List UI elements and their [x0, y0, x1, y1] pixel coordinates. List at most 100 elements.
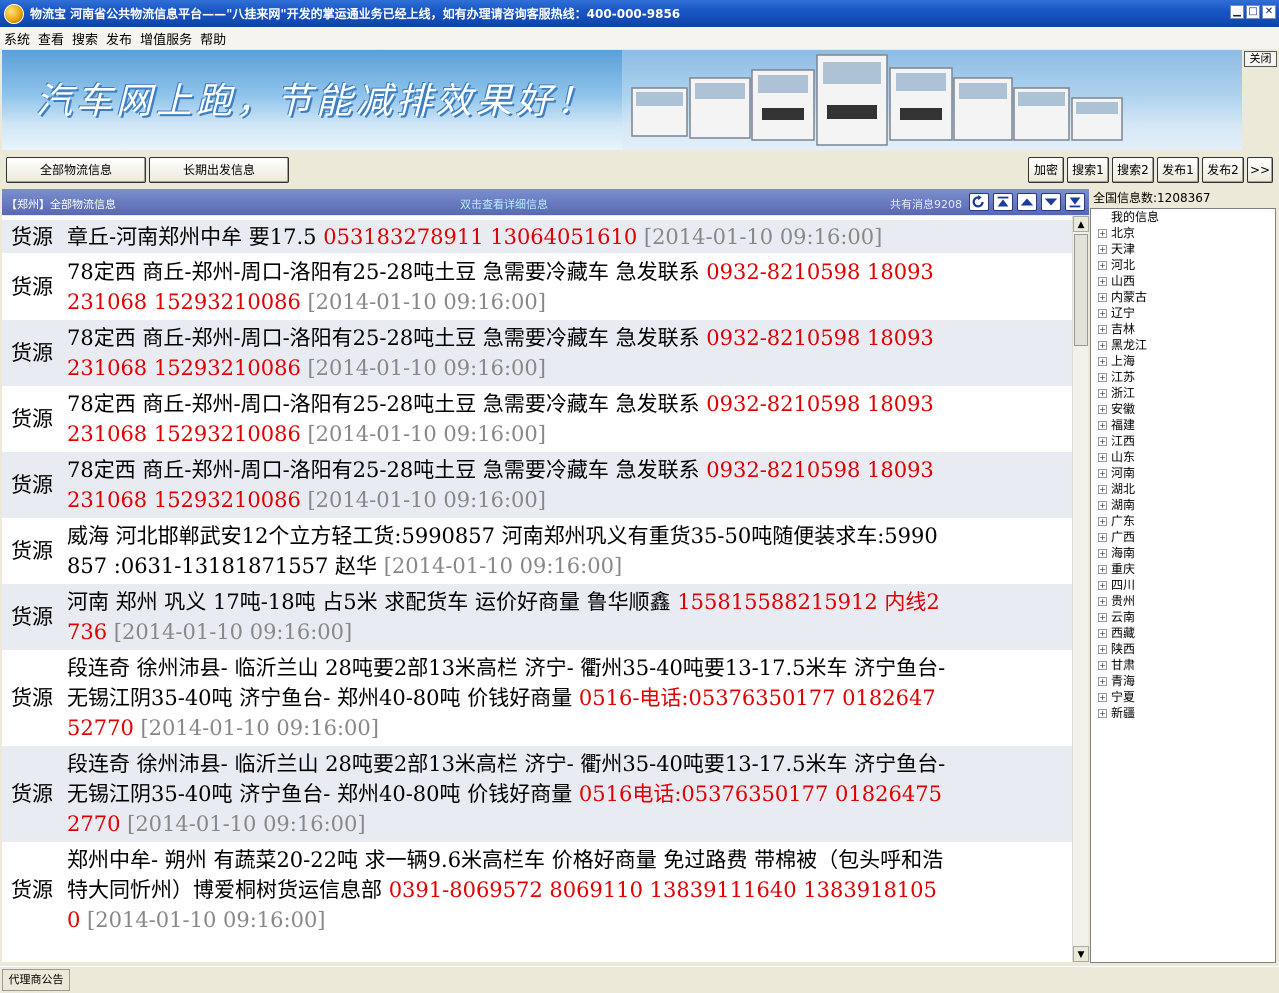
- menu-system[interactable]: 系统: [4, 29, 30, 48]
- expand-icon[interactable]: +: [1098, 533, 1107, 542]
- tree-item-province[interactable]: + 黑龙江: [1098, 337, 1147, 353]
- first-page-icon[interactable]: [993, 193, 1013, 211]
- expand-icon[interactable]: +: [1098, 645, 1107, 654]
- encrypt-button[interactable]: 加密: [1028, 157, 1064, 183]
- agent-notice-tab[interactable]: 代理商公告: [2, 969, 70, 991]
- tree-item-province[interactable]: + 贵州: [1098, 593, 1135, 609]
- tree-item-province[interactable]: + 西藏: [1098, 625, 1135, 641]
- tree-item-province[interactable]: + 湖北: [1098, 481, 1135, 497]
- tree-item-province[interactable]: + 浙江: [1098, 385, 1135, 401]
- tree-item-province[interactable]: + 福建: [1098, 417, 1135, 433]
- menu-value-added[interactable]: 增值服务: [140, 29, 192, 48]
- tree-item-province[interactable]: + 重庆: [1098, 561, 1135, 577]
- expand-icon[interactable]: +: [1098, 565, 1107, 574]
- tree-item-province[interactable]: + 安徽: [1098, 401, 1135, 417]
- tree-item-province[interactable]: + 北京: [1098, 225, 1135, 241]
- tree-item-province[interactable]: + 辽宁: [1098, 305, 1135, 321]
- list-item[interactable]: 货源 78定西 商丘-郑州-周口-洛阳有25-28吨土豆 急需要冷藏车 急发联系…: [2, 386, 1072, 452]
- tree-item-province[interactable]: + 新疆: [1098, 705, 1135, 721]
- expand-icon[interactable]: +: [1098, 469, 1107, 478]
- tree-item-province[interactable]: + 山西: [1098, 273, 1135, 289]
- ad-banner[interactable]: 汽车网上跑，节能减排效果好！: [2, 50, 1242, 150]
- expand-icon[interactable]: +: [1098, 661, 1107, 670]
- expand-icon[interactable]: +: [1098, 437, 1107, 446]
- list-item[interactable]: 货源 章丘-河南郑州中牟 要17.5 053183278911 13064051…: [2, 220, 1072, 253]
- scroll-down-icon[interactable]: ▼: [1073, 946, 1089, 962]
- expand-icon[interactable]: +: [1098, 389, 1107, 398]
- tree-item-province[interactable]: + 宁夏: [1098, 689, 1135, 705]
- menu-help[interactable]: 帮助: [200, 29, 226, 48]
- menu-view[interactable]: 查看: [38, 29, 64, 48]
- expand-icon[interactable]: +: [1098, 709, 1107, 718]
- tree-item-province[interactable]: + 四川: [1098, 577, 1135, 593]
- last-page-icon[interactable]: [1065, 193, 1085, 211]
- scroll-thumb[interactable]: [1074, 234, 1088, 346]
- location-label[interactable]: 【郑州】全部物流信息: [6, 196, 116, 212]
- publish1-button[interactable]: 发布1: [1157, 157, 1199, 183]
- tree-item-province[interactable]: + 青海: [1098, 673, 1135, 689]
- tree-item-province[interactable]: + 吉林: [1098, 321, 1135, 337]
- tree-item-province[interactable]: + 天津: [1098, 241, 1135, 257]
- tree-item-province[interactable]: + 广西: [1098, 529, 1135, 545]
- expand-icon[interactable]: +: [1098, 309, 1107, 318]
- expand-icon[interactable]: +: [1098, 341, 1107, 350]
- prev-page-icon[interactable]: [1017, 193, 1037, 211]
- expand-icon[interactable]: +: [1098, 613, 1107, 622]
- close-button[interactable]: ✕: [1262, 5, 1276, 19]
- expand-icon[interactable]: +: [1098, 693, 1107, 702]
- expand-icon[interactable]: +: [1098, 229, 1107, 238]
- message-list[interactable]: 货源 章丘-河南郑州中牟 要17.5 053183278911 13064051…: [2, 216, 1072, 962]
- tree-root[interactable]: 我的信息: [1111, 209, 1159, 225]
- tree-item-province[interactable]: + 江西: [1098, 433, 1135, 449]
- tree-item-province[interactable]: + 海南: [1098, 545, 1135, 561]
- expand-icon[interactable]: +: [1098, 677, 1107, 686]
- expand-icon[interactable]: +: [1098, 517, 1107, 526]
- tree-item-province[interactable]: + 广东: [1098, 513, 1135, 529]
- expand-icon[interactable]: +: [1098, 277, 1107, 286]
- close-ad-button[interactable]: 关闭: [1244, 51, 1277, 67]
- tree-item-province[interactable]: + 云南: [1098, 609, 1135, 625]
- tree-item-province[interactable]: + 江苏: [1098, 369, 1135, 385]
- publish2-button[interactable]: 发布2: [1202, 157, 1244, 183]
- list-item[interactable]: 货源 段连奇 徐州沛县- 临沂兰山 28吨要2部13米高栏 济宁- 衢州35-4…: [2, 650, 1072, 746]
- list-item[interactable]: 货源 78定西 商丘-郑州-周口-洛阳有25-28吨土豆 急需要冷藏车 急发联系…: [2, 320, 1072, 386]
- tree-item-province[interactable]: + 陕西: [1098, 641, 1135, 657]
- tree-item-province[interactable]: + 河北: [1098, 257, 1135, 273]
- expand-icon[interactable]: +: [1098, 261, 1107, 270]
- minimize-button[interactable]: ▁: [1230, 5, 1244, 19]
- menu-publish[interactable]: 发布: [106, 29, 132, 48]
- search1-button[interactable]: 搜索1: [1067, 157, 1109, 183]
- maximize-button[interactable]: □: [1246, 5, 1260, 19]
- list-item[interactable]: 货源 河南 郑州 巩义 17吨-18吨 占5米 求配货车 运价好商量 鲁华顺鑫 …: [2, 584, 1072, 650]
- expand-icon[interactable]: +: [1098, 245, 1107, 254]
- expand-icon[interactable]: +: [1098, 357, 1107, 366]
- list-item[interactable]: 货源 段连奇 徐州沛县- 临沂兰山 28吨要2部13米高栏 济宁- 衢州35-4…: [2, 746, 1072, 842]
- tree-item-province[interactable]: + 山东: [1098, 449, 1135, 465]
- expand-icon[interactable]: +: [1098, 373, 1107, 382]
- tree-item-province[interactable]: + 甘肃: [1098, 657, 1135, 673]
- expand-icon[interactable]: +: [1098, 421, 1107, 430]
- expand-icon[interactable]: +: [1098, 549, 1107, 558]
- search2-button[interactable]: 搜索2: [1112, 157, 1154, 183]
- next-page-icon[interactable]: [1041, 193, 1061, 211]
- expand-icon[interactable]: +: [1098, 485, 1107, 494]
- tree-item-province[interactable]: + 上海: [1098, 353, 1135, 369]
- expand-icon[interactable]: +: [1098, 325, 1107, 334]
- expand-icon[interactable]: +: [1098, 629, 1107, 638]
- expand-icon[interactable]: +: [1098, 581, 1107, 590]
- tab-all-logistics[interactable]: 全部物流信息: [6, 157, 146, 183]
- tab-long-term[interactable]: 长期出发信息: [149, 157, 289, 183]
- list-item[interactable]: 货源 郑州中牟- 朔州 有蔬菜20-22吨 求一辆9.6米高栏车 价格好商量 免…: [2, 842, 1072, 938]
- tree-item-province[interactable]: + 内蒙古: [1098, 289, 1147, 305]
- expand-icon[interactable]: +: [1098, 501, 1107, 510]
- expand-icon[interactable]: +: [1098, 405, 1107, 414]
- scroll-up-icon[interactable]: ▲: [1073, 216, 1089, 232]
- menu-search[interactable]: 搜索: [72, 29, 98, 48]
- list-item[interactable]: 货源 78定西 商丘-郑州-周口-洛阳有25-28吨土豆 急需要冷藏车 急发联系…: [2, 452, 1072, 518]
- list-item[interactable]: 货源 威海 河北邯郸武安12个立方轻工货:5990857 河南郑州巩义有重货35…: [2, 518, 1072, 584]
- tree-item-province[interactable]: + 湖南: [1098, 497, 1135, 513]
- expand-icon[interactable]: +: [1098, 453, 1107, 462]
- refresh-icon[interactable]: [969, 193, 989, 211]
- more-button[interactable]: >>: [1247, 157, 1273, 183]
- list-scrollbar[interactable]: ▲ ▼: [1072, 216, 1089, 962]
